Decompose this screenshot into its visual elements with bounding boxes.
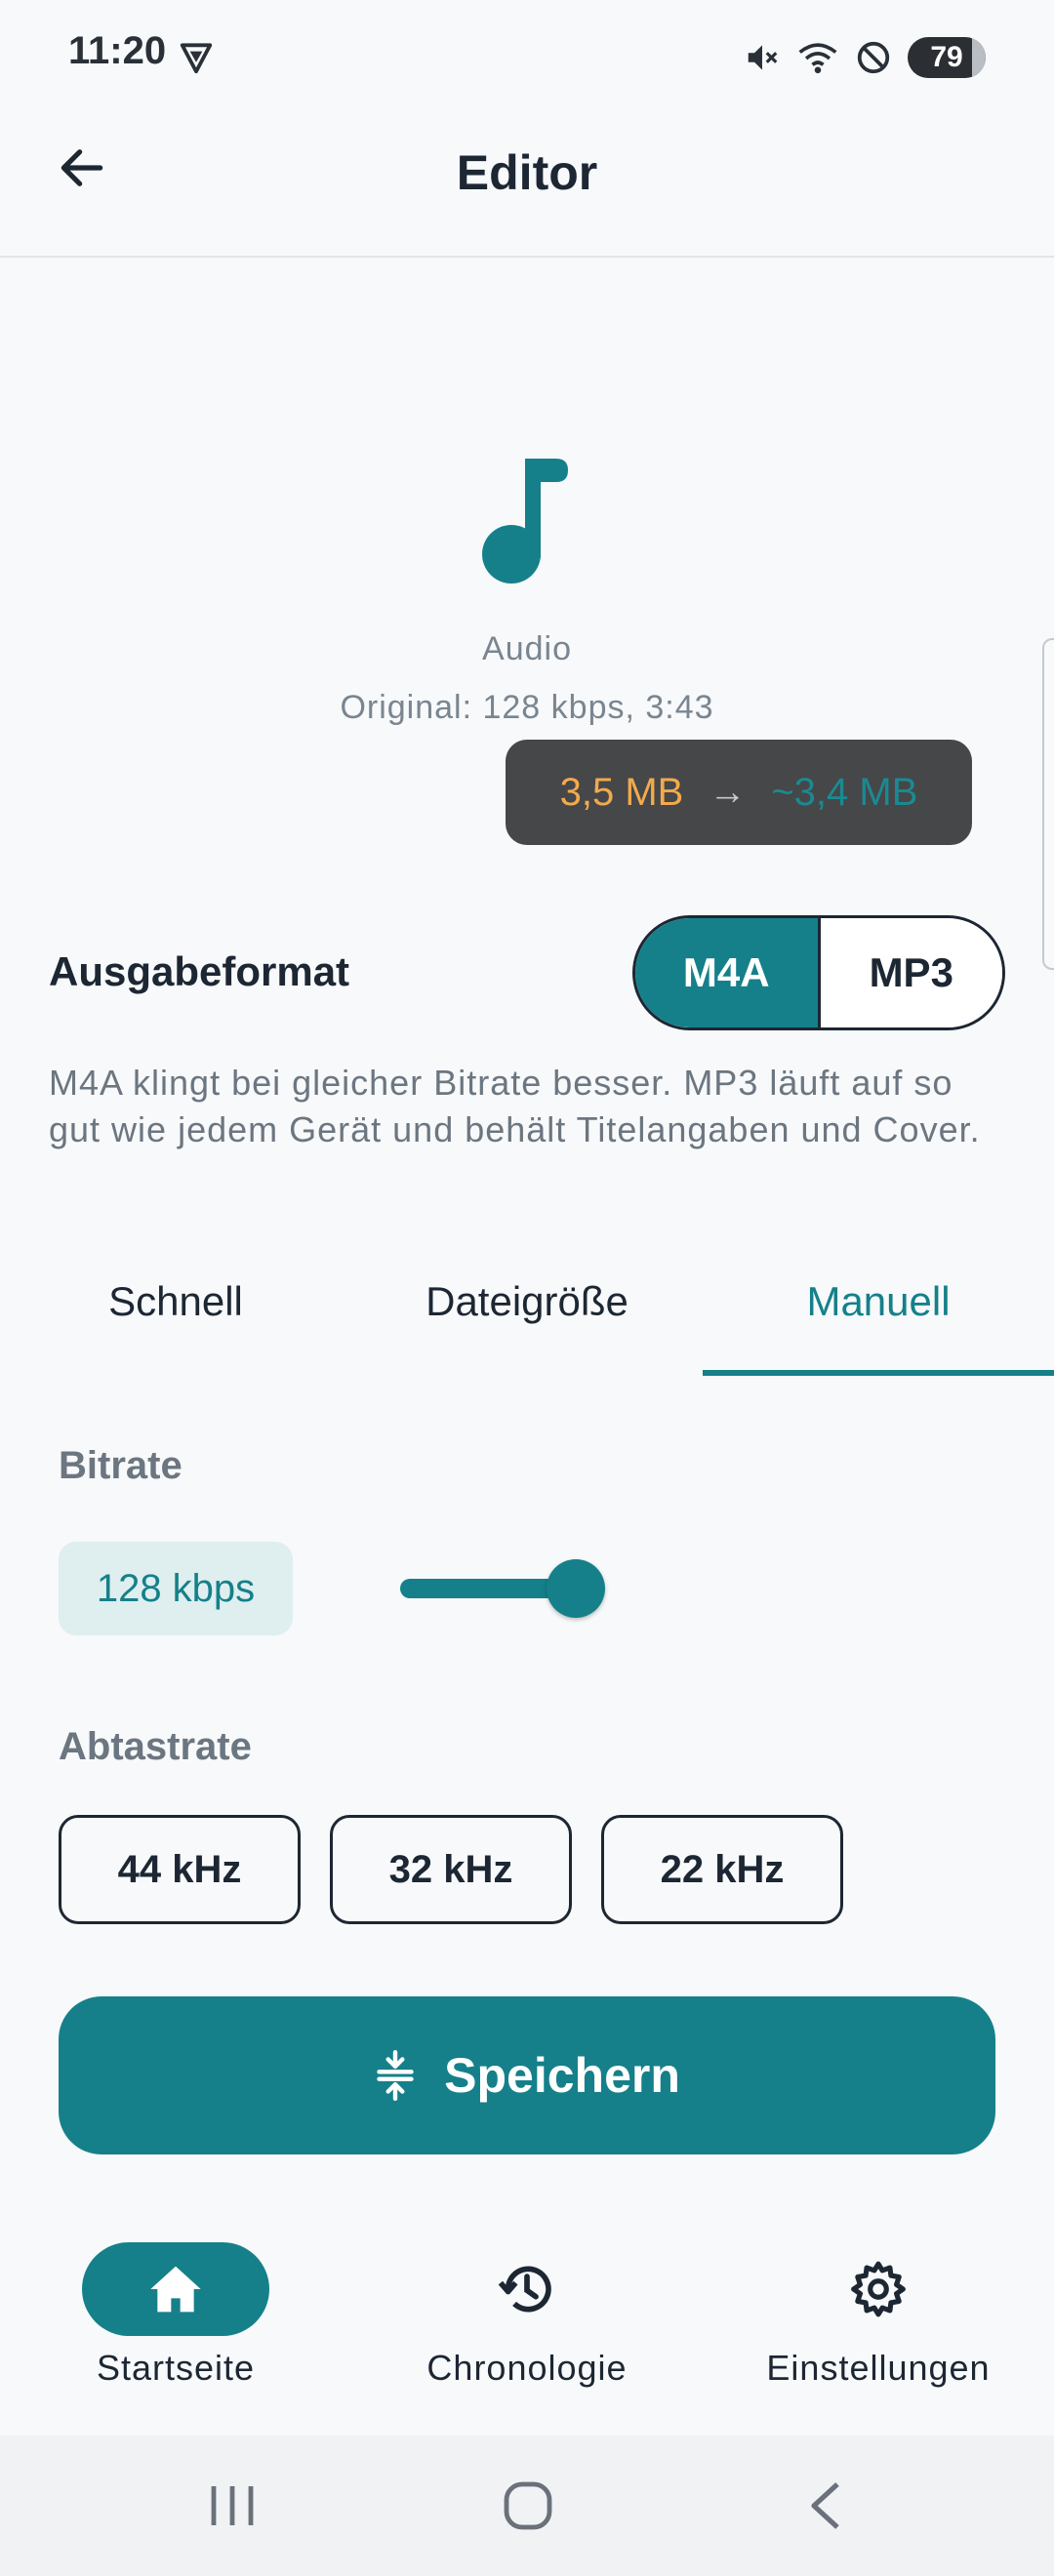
save-label: Speichern [444, 2048, 680, 2103]
format-option-mp3[interactable]: MP3 [817, 918, 1002, 1027]
tab-schnell[interactable]: Schnell [0, 1278, 351, 1325]
home-system-button[interactable] [494, 2475, 562, 2537]
compress-icon [377, 2050, 414, 2101]
format-description: M4A klingt bei gleicher Bitrate besser. … [49, 1063, 981, 1149]
nav-indicator [82, 2242, 269, 2336]
nav-icon-container [433, 2242, 621, 2336]
sample-rate-label: Abtastrate [59, 1725, 252, 1768]
format-label: Ausgabeformat [49, 948, 350, 994]
size-to: ~3,4 MB [771, 770, 918, 814]
original-info: Original: 128 kbps, 3:43 [340, 689, 714, 726]
appbar-divider [0, 256, 1054, 258]
save-button[interactable]: Speichern [59, 1996, 995, 2154]
battery-level: 79 [930, 41, 963, 73]
chevron-left-icon [811, 2482, 839, 2529]
nav-item-startseite[interactable]: Startseite [0, 2242, 351, 2389]
vpn-icon [180, 43, 213, 74]
nav-label-chronologie: Chronologie [426, 2348, 628, 2388]
nav-label-einstellungen: Einstellungen [766, 2348, 991, 2388]
tab-manuell[interactable]: Manuell [703, 1278, 1054, 1325]
nav-item-einstellungen[interactable]: Einstellungen [703, 2242, 1054, 2389]
bitrate-value: 128 kbps [59, 1542, 293, 1635]
history-icon [498, 2266, 551, 2313]
gear-icon [851, 2261, 906, 2317]
music-note-icon [482, 459, 568, 584]
tab-dateigroesse[interactable]: Dateigröße [351, 1278, 703, 1325]
mute-icon [748, 45, 778, 70]
tab-indicator [703, 1370, 1054, 1376]
home-icon [150, 2266, 201, 2313]
recent-apps-button[interactable] [201, 2475, 264, 2537]
sample-rate-22[interactable]: 22 kHz [601, 1815, 843, 1924]
scroll-handle[interactable] [1042, 638, 1054, 970]
status-time: 11:20 [68, 29, 167, 72]
size-estimate-badge: 3,5 MB → ~3,4 MB [506, 740, 972, 845]
media-type-label: Audio [482, 630, 572, 667]
bitrate-slider-thumb[interactable] [547, 1559, 605, 1618]
format-toggle[interactable]: M4A MP3 [632, 915, 1005, 1030]
size-from: 3,5 MB [559, 770, 684, 814]
recent-apps-icon [211, 2486, 254, 2525]
format-option-m4a[interactable]: M4A [635, 918, 818, 1027]
wifi-icon [798, 43, 837, 74]
nav-icon-container [785, 2242, 972, 2336]
page-title: Editor [456, 145, 598, 200]
sample-rate-32[interactable]: 32 kHz [330, 1815, 572, 1924]
home-outline-icon [504, 2481, 552, 2530]
bitrate-label: Bitrate [59, 1444, 182, 1487]
arrow-right-icon: → [709, 771, 747, 813]
back-system-button[interactable] [794, 2475, 857, 2537]
sample-rate-44[interactable]: 44 kHz [59, 1815, 301, 1924]
status-icons: 79 [744, 35, 986, 80]
nav-label-startseite: Startseite [96, 2348, 256, 2388]
battery-indicator: 79 [908, 37, 986, 78]
do-not-disturb-icon [857, 41, 890, 74]
nav-item-chronologie[interactable]: Chronologie [351, 2242, 703, 2389]
